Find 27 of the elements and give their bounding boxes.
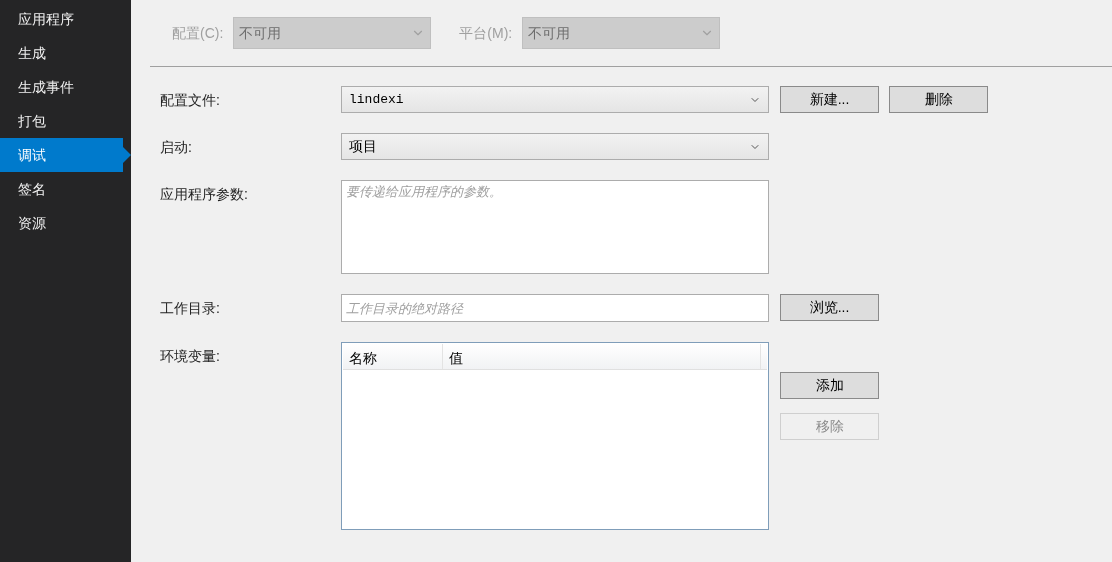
dropdown-value: 项目 [349,137,377,156]
field-label: 应用程序参数: [159,185,249,204]
toolbar-label: 平台(M): [459,23,513,43]
field-label: 启动: [159,138,193,157]
dropdown[interactable]: 项目 [341,133,769,160]
sidebar-item[interactable]: 签名 [0,172,131,206]
sidebar-item[interactable]: 打包 [0,104,131,138]
sidebar-item[interactable]: 资源 [0,206,131,240]
dropdown[interactable]: lindexi [341,86,769,113]
field-label: 配置文件: [159,91,221,110]
arguments-field[interactable]: 要传递给应用程序的参数。 [341,180,769,274]
field-label: 工作目录: [159,299,221,318]
field-label: 环境变量: [159,347,221,366]
variables-list[interactable]: 名称 值 [341,342,769,530]
sidebar-item[interactable]: 调试 [0,138,131,172]
dropdown-value: lindexi [349,90,404,109]
directory-field[interactable]: 工作目录的绝对路径 [341,294,769,322]
button[interactable]: 浏览... [780,294,879,321]
sidebar-item[interactable]: 生成 [0,36,131,70]
column-header[interactable]: 名称 [343,344,443,369]
sidebar-item[interactable]: 生成事件 [0,70,131,104]
button[interactable]: 添加 [780,372,879,399]
sidebar-item[interactable]: 应用程序 [0,2,131,36]
button[interactable]: 新建... [780,86,879,113]
toolbar-label: 配置(C): [172,23,224,43]
button[interactable]: 删除 [889,86,988,113]
column-header[interactable]: 值 [443,344,761,369]
